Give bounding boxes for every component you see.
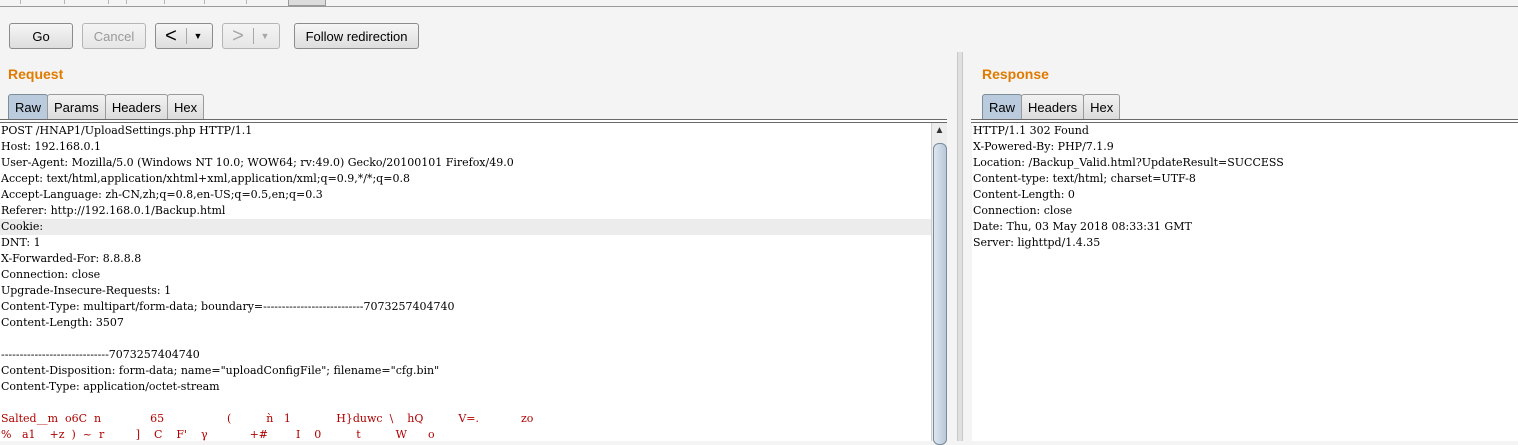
request-line: Content-Type: application/octet-stream bbox=[1, 380, 220, 393]
request-tab-headers[interactable]: Headers bbox=[104, 94, 168, 119]
top-tab[interactable] bbox=[246, 0, 289, 4]
request-tab-hex[interactable]: Hex bbox=[166, 94, 205, 119]
response-line: Content-Length: 0 bbox=[973, 188, 1075, 201]
response-tab-raw[interactable]: Raw bbox=[982, 94, 1023, 119]
follow-redirection-button[interactable]: Follow redirection bbox=[294, 23, 419, 49]
request-line: X-Forwarded-For: 8.8.8.8 bbox=[1, 252, 142, 265]
request-line: POST /HNAP1/UploadSettings.php HTTP/1.1 bbox=[1, 124, 253, 137]
back-arrow-icon: < bbox=[165, 25, 177, 47]
request-line: -----------------------------70732574047… bbox=[1, 348, 200, 361]
back-button[interactable]: < ▼ bbox=[155, 23, 213, 49]
response-tab-headers[interactable]: Headers bbox=[1021, 94, 1085, 119]
request-line bbox=[0, 331, 931, 347]
scrollbar-thumb[interactable] bbox=[933, 143, 947, 445]
top-tab-selected[interactable] bbox=[288, 0, 326, 6]
request-line: Accept-Language: zh-CN,zh;q=0.8,en-US;q=… bbox=[1, 188, 323, 201]
request-binary-line: Salted__m o6C n 65 ( ǹ 1 H}duwc \ hQ V=.… bbox=[1, 412, 534, 425]
top-tab[interactable] bbox=[164, 0, 205, 4]
request-line-current: Cookie: bbox=[0, 219, 931, 235]
request-line: Content-Type: multipart/form-data; bound… bbox=[1, 300, 455, 313]
response-tabs: Raw Headers Hex bbox=[982, 94, 1121, 119]
request-line: Content-Disposition: form-data; name="up… bbox=[1, 364, 440, 377]
response-line: Date: Thu, 03 May 2018 08:33:31 GMT bbox=[973, 220, 1192, 233]
scroll-up-icon[interactable]: ▲ bbox=[932, 125, 947, 136]
response-line: Server: lighttpd/1.4.35 bbox=[973, 236, 1101, 249]
top-tab[interactable] bbox=[204, 0, 247, 4]
response-line: Content-type: text/html; charset=UTF-8 bbox=[973, 172, 1196, 185]
request-line: DNT: 1 bbox=[1, 236, 41, 249]
request-line bbox=[0, 395, 931, 411]
response-line: Connection: close bbox=[973, 204, 1073, 217]
top-tab[interactable] bbox=[64, 0, 109, 4]
request-line: Connection: close bbox=[1, 268, 101, 281]
response-title: Response bbox=[982, 66, 1049, 82]
response-line: Location: /Backup_Valid.html?UpdateResul… bbox=[973, 156, 1284, 169]
top-tab[interactable] bbox=[126, 0, 165, 4]
request-scrollbar[interactable]: ▲ bbox=[931, 123, 947, 445]
request-line: Referer: http://192.168.0.1/Backup.html bbox=[1, 204, 226, 217]
response-editor[interactable]: HTTP/1.1 302 Found X-Powered-By: PHP/7.1… bbox=[972, 123, 1518, 441]
go-button[interactable]: Go bbox=[9, 23, 73, 49]
request-tab-params[interactable]: Params bbox=[47, 94, 106, 119]
request-editor[interactable]: POST /HNAP1/UploadSettings.php HTTP/1.1 … bbox=[0, 123, 931, 441]
response-line: HTTP/1.1 302 Found bbox=[973, 124, 1089, 137]
top-tab[interactable] bbox=[108, 0, 127, 4]
top-tab[interactable] bbox=[0, 0, 21, 4]
request-line: User-Agent: Mozilla/5.0 (Windows NT 10.0… bbox=[1, 156, 514, 169]
request-tabs: Raw Params Headers Hex bbox=[8, 94, 205, 119]
panel-splitter[interactable] bbox=[957, 52, 963, 441]
top-tab[interactable] bbox=[20, 0, 65, 4]
request-line: Host: 192.168.0.1 bbox=[1, 140, 101, 153]
request-title: Request bbox=[8, 66, 64, 82]
top-tab-strip bbox=[0, 0, 1518, 7]
chevron-down-icon[interactable]: ▼ bbox=[187, 31, 209, 41]
request-binary-line: % a1 +z ) ~ r ] C F' γ +# I 0 t W o bbox=[1, 428, 435, 441]
request-tab-raw[interactable]: Raw bbox=[8, 94, 49, 119]
response-line: X-Powered-By: PHP/7.1.9 bbox=[973, 140, 1114, 153]
request-line: Upgrade-Insecure-Requests: 1 bbox=[1, 284, 172, 297]
forward-button[interactable]: > ▼ bbox=[222, 23, 280, 49]
request-line: Accept: text/html,application/xhtml+xml,… bbox=[1, 172, 410, 185]
request-line: Content-Length: 3507 bbox=[1, 316, 124, 329]
chevron-down-icon[interactable]: ▼ bbox=[254, 31, 276, 41]
cancel-button[interactable]: Cancel bbox=[82, 23, 146, 49]
forward-arrow-icon: > bbox=[232, 25, 244, 47]
response-tab-hex[interactable]: Hex bbox=[1083, 94, 1121, 119]
